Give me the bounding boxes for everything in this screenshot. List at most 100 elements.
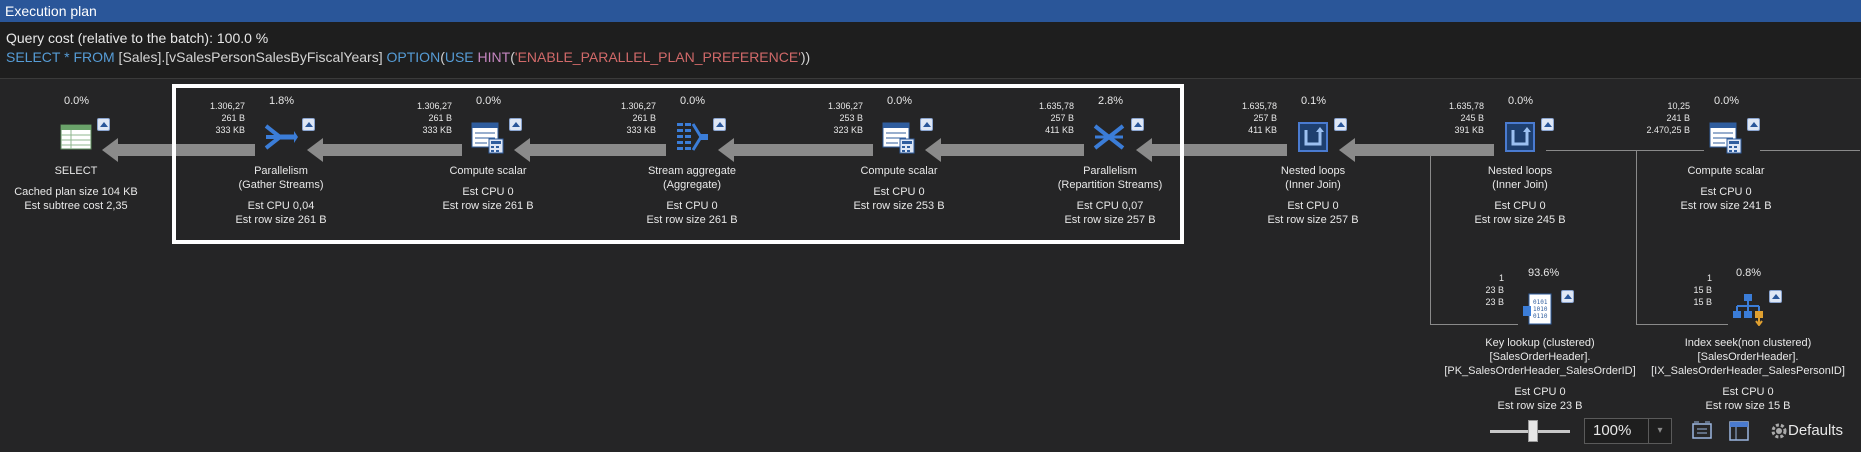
index-seek-icon[interactable]	[1731, 292, 1765, 327]
sql-token: *	[60, 49, 74, 65]
label-spacer	[1410, 192, 1630, 199]
sql-token: ))	[800, 49, 811, 65]
sql-token: 'ENABLE_PARALLEL_PLAN_PREFERENCE'	[514, 49, 801, 65]
thin-connector	[1430, 324, 1518, 325]
node-label-line: Nested loops	[1487, 165, 1553, 177]
selection-rectangle	[172, 84, 1184, 244]
row-estimates: 1 23 B 23 B	[1444, 272, 1504, 308]
select-icon[interactable]	[59, 120, 93, 154]
cost-percent: 0.1%	[1301, 95, 1327, 107]
stat-line: 15 B	[1693, 297, 1712, 307]
svg-text:1010: 1010	[1533, 306, 1548, 313]
chevron-down-icon[interactable]: ▾	[1648, 419, 1671, 443]
node-estimate-line: Cached plan size 104 KB	[14, 186, 138, 198]
stat-line: 411 KB	[1248, 125, 1277, 135]
stat-line: 2.470,25 B	[1646, 125, 1690, 135]
thin-connector	[1760, 150, 1860, 151]
thin-connector	[1546, 150, 1704, 151]
node-label-line: [SalesOrderHeader].	[1697, 351, 1799, 363]
compute-scalar-icon[interactable]	[1709, 120, 1743, 154]
sql-token: SELECT	[6, 49, 61, 65]
query-cost: Query cost (relative to the batch): 100.…	[6, 30, 269, 46]
stat-line: 15 B	[1693, 285, 1712, 295]
expand-toggle-icon[interactable]	[1561, 290, 1574, 303]
flow-arrowhead	[1339, 138, 1355, 162]
cost-percent: 0.0%	[1508, 95, 1534, 107]
node-label-line: Nested loops	[1280, 165, 1346, 177]
node-estimate-line: Est row size 15 B	[1705, 400, 1791, 412]
expand-toggle-icon[interactable]	[1747, 118, 1760, 131]
grid-view-icon[interactable]	[1728, 420, 1750, 442]
node-estimate-line: Est CPU 0	[1722, 386, 1774, 398]
node-label-line: Compute scalar	[1687, 165, 1765, 177]
stat-line: 23 B	[1485, 285, 1504, 295]
stat-line: 1.635,78	[1241, 101, 1277, 111]
thin-connector	[1636, 324, 1728, 325]
query-text: SELECT * FROM [Sales].[vSalesPersonSales…	[6, 49, 810, 65]
defaults-button[interactable]: Defaults	[1788, 420, 1843, 442]
zoom-slider-thumb[interactable]	[1528, 420, 1538, 442]
stat-line: 257 B	[1253, 113, 1277, 123]
node-estimate-line: Est row size 241 B	[1680, 200, 1772, 212]
sql-token: USE	[444, 49, 474, 65]
node-label-line: Index seek(non clustered)	[1684, 337, 1812, 349]
window-title: Execution plan	[0, 0, 1861, 22]
flow-arrowhead	[102, 138, 118, 162]
node-label-line: (Inner Join)	[1492, 179, 1548, 191]
flow-arrow	[1355, 144, 1494, 156]
row-estimates: 1.635,78 257 B 411 KB	[1217, 100, 1277, 136]
node-label-line: [PK_SalesOrderHeader_SalesOrderID]	[1444, 365, 1636, 377]
expand-toggle-icon[interactable]	[1769, 290, 1782, 303]
stat-line: 241 B	[1666, 113, 1690, 123]
expand-toggle-icon[interactable]	[97, 118, 110, 131]
node-estimate-line: Est CPU 0	[1700, 186, 1752, 198]
label-spacer	[1616, 178, 1836, 185]
stat-line: 1.635,78	[1448, 101, 1484, 111]
node-estimate-line: Est CPU 0	[1494, 200, 1546, 212]
cost-percent: 0.0%	[64, 95, 90, 107]
row-estimates: 1 15 B 15 B	[1652, 272, 1712, 308]
stat-line: 391 KB	[1454, 125, 1484, 135]
label-spacer	[1638, 378, 1858, 385]
node-label-line: [SalesOrderHeader].	[1489, 351, 1591, 363]
node-label-line: [IX_SalesOrderHeader_SalesPersonID]	[1651, 365, 1845, 377]
row-estimates: 10,25 241 B 2.470,25 B	[1630, 100, 1690, 136]
cost-percent: 0.8%	[1736, 267, 1762, 279]
node-label: Index seek(non clustered) [SalesOrderHead…	[1638, 336, 1858, 413]
node-label: SELECT Cached plan size 104 KB Est subtree…	[0, 164, 186, 213]
node-label-line: SELECT	[54, 165, 98, 177]
label-spacer	[1203, 192, 1423, 199]
sql-token: [Sales].[vSalesPersonSalesByFiscalYears]	[114, 49, 387, 65]
expand-toggle-icon[interactable]	[1541, 118, 1554, 131]
nested-loops-icon[interactable]	[1503, 120, 1537, 154]
node-label-line: Key lookup (clustered)	[1485, 337, 1595, 349]
node-estimate-line: Est row size 257 B	[1267, 214, 1359, 226]
node-estimate-line: Est CPU 0	[1287, 200, 1339, 212]
node-estimate-line: Est subtree cost 2,35	[24, 200, 128, 212]
node-label: Nested loops (Inner Join) Est CPU 0 Est row…	[1203, 164, 1423, 227]
stat-line: 10,25	[1667, 101, 1690, 111]
query-header: Query cost (relative to the batch): 100.…	[0, 22, 1861, 78]
node-label: Nested loops (Inner Join) Est CPU 0 Est row…	[1410, 164, 1630, 227]
cost-percent: 93.6%	[1528, 267, 1560, 279]
fit-to-window-icon[interactable]	[1691, 420, 1713, 442]
sql-token: HINT	[477, 49, 511, 65]
label-spacer	[0, 178, 186, 185]
cost-percent: 0.0%	[1714, 95, 1740, 107]
stat-line: 1	[1706, 273, 1712, 283]
row-estimates: 1.635,78 245 B 391 KB	[1424, 100, 1484, 136]
node-label: Compute scalar Est CPU 0 Est row size 241 …	[1616, 164, 1836, 213]
gear-icon[interactable]	[1768, 420, 1790, 442]
expand-toggle-icon[interactable]	[1334, 118, 1347, 131]
nested-loops-icon[interactable]	[1296, 120, 1330, 154]
stat-line: 1	[1498, 273, 1504, 283]
node-estimate-line: Est row size 23 B	[1497, 400, 1583, 412]
node-estimate-line: Est CPU 0	[1514, 386, 1566, 398]
node-estimate-line: Est row size 245 B	[1474, 214, 1566, 226]
sql-token: FROM	[73, 49, 115, 65]
svg-text:0101: 0101	[1533, 299, 1548, 306]
label-spacer	[1430, 378, 1650, 385]
node-label-line: (Inner Join)	[1285, 179, 1341, 191]
stat-line: 23 B	[1485, 297, 1504, 307]
key-lookup-icon[interactable]: 0101 1010 0110	[1523, 292, 1557, 326]
